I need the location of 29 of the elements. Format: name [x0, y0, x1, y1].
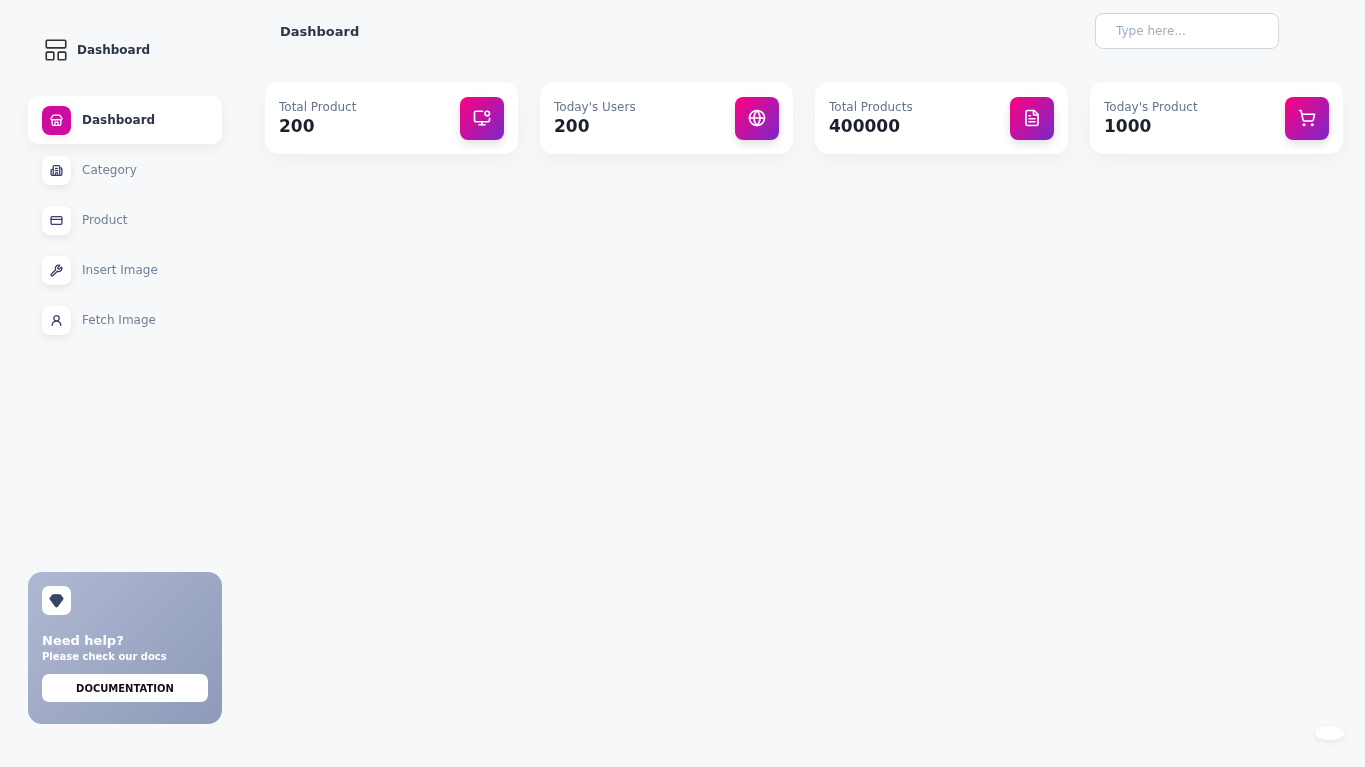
documentation-button[interactable]: DOCUMENTATION	[42, 674, 208, 702]
page-title: Dashboard	[280, 24, 360, 39]
sidebar-item[interactable]: Product	[28, 196, 222, 244]
help-subtitle: Please check our docs	[42, 651, 168, 662]
building-icon	[42, 155, 71, 185]
stat-label: Today's Users	[554, 100, 636, 114]
help-title: Need help?	[42, 633, 125, 648]
credit-card-icon	[42, 205, 71, 235]
stat-value: 400000	[829, 116, 901, 136]
brand-title: Dashboard	[77, 43, 151, 57]
stat-value: 200	[279, 116, 316, 136]
store-icon	[42, 105, 71, 135]
globe-icon	[735, 96, 779, 140]
stat-label: Total Product	[279, 100, 357, 114]
logo-icon	[43, 37, 69, 63]
stat-value: 200	[554, 116, 591, 136]
sidebar-item[interactable]: Category	[28, 146, 222, 194]
sidebar-item[interactable]: Insert Image	[28, 246, 222, 294]
stat-label: Today's Product	[1104, 100, 1198, 114]
document-icon	[1010, 96, 1054, 140]
cart-icon	[1285, 96, 1329, 140]
wrench-icon	[42, 255, 71, 285]
user-icon	[42, 305, 71, 335]
monitor-icon	[460, 96, 504, 140]
sidebar-item[interactable]: Dashboard	[28, 96, 222, 144]
stat-value: 1000	[1104, 116, 1153, 136]
search-field[interactable]: Type here...	[1095, 13, 1279, 49]
stat-label: Total Products	[829, 100, 913, 114]
sidebar-item[interactable]: Fetch Image	[28, 296, 222, 344]
